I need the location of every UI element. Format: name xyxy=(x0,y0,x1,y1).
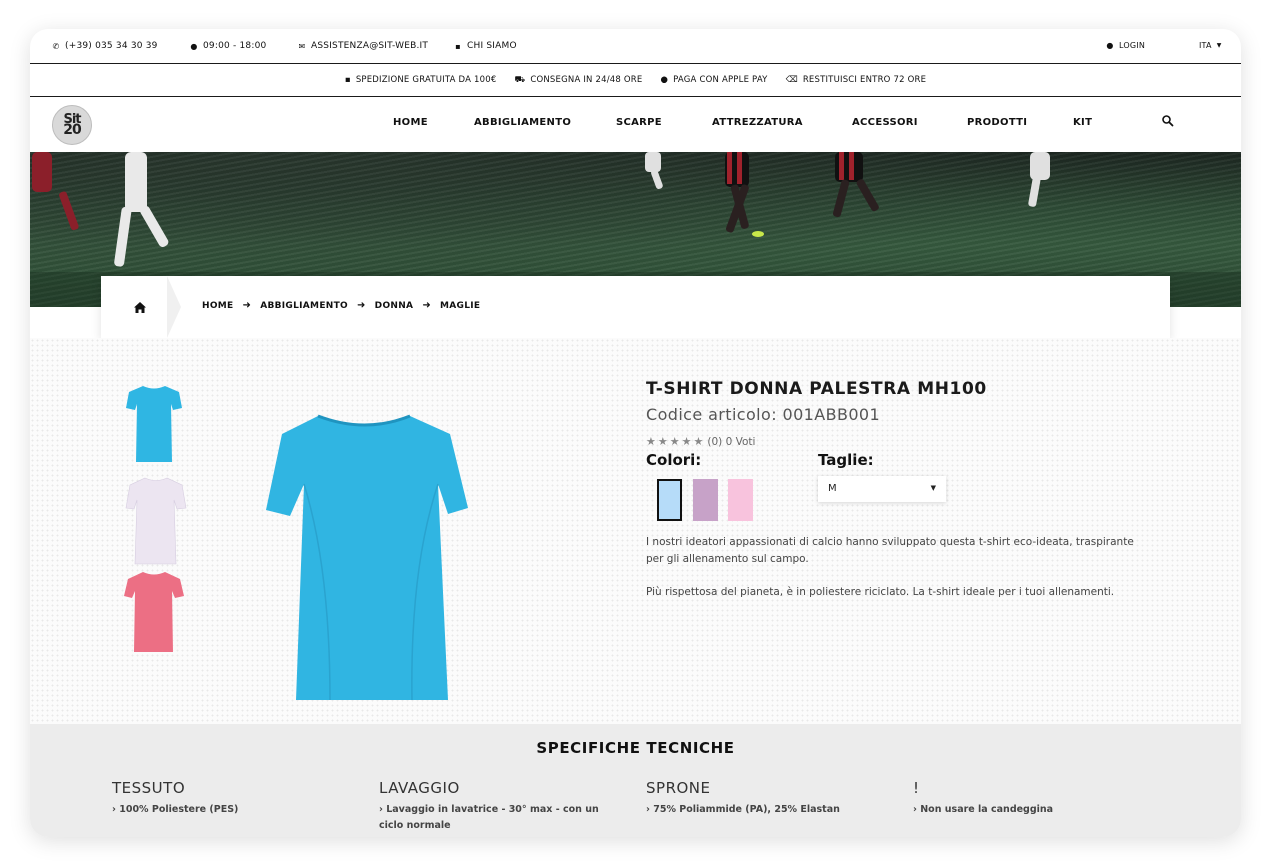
arrow-right-icon: ➜ xyxy=(356,300,366,311)
login-text: LOGIN xyxy=(1119,41,1146,50)
spec-value: › 100% Poliestere (PES) xyxy=(112,804,239,815)
breadcrumb-trail: HOME ➜ ABBIGLIAMENTO ➜ DONNA ➜ MAGLIE xyxy=(202,300,480,311)
caret-down-icon: ▼ xyxy=(1216,42,1222,49)
breadcrumb-item-home[interactable]: HOME xyxy=(202,301,234,311)
description-paragraph: I nostri ideatori appassionati di calcio… xyxy=(646,536,1134,565)
spec-tessuto: TESSUTO › 100% Poliestere (PES) xyxy=(112,779,352,818)
rating-count: (0) 0 Voti xyxy=(707,435,756,448)
email-text: ASSISTENZA@SIT-WEB.IT xyxy=(311,41,429,51)
description-paragraph: Più rispettosa del pianeta, è in poliest… xyxy=(646,586,1115,598)
caret-down-icon: ▼ xyxy=(930,484,936,492)
arrow-right-icon: ➜ xyxy=(422,300,432,311)
spec-heading: TESSUTO xyxy=(112,779,186,797)
about-text: CHI SIAMO xyxy=(467,41,517,51)
sizes-label: Taglie: xyxy=(818,451,874,469)
spec-heading: LAVAGGIO xyxy=(379,779,460,797)
spec-value: › 75% Poliammide (PA), 25% Elastan xyxy=(646,804,840,815)
product-main-image[interactable] xyxy=(260,408,470,708)
nav-scarpe[interactable]: SCARPE xyxy=(616,117,662,128)
spec-heading: ! xyxy=(913,779,920,797)
apple-icon: ● xyxy=(660,75,669,85)
shipping-free-label: SPEDIZIONE GRATUITA DA 100€ xyxy=(355,75,497,85)
search-icon[interactable] xyxy=(1161,114,1175,128)
spec-sprone: SPRONE › 75% Poliammide (PA), 25% Elasta… xyxy=(646,779,886,818)
applepay-label: PAGA CON APPLE PAY xyxy=(673,75,768,85)
about-link[interactable]: ▪ CHI SIAMO xyxy=(454,41,517,51)
spec-value: › Non usare la candeggina xyxy=(913,804,1054,815)
product-thumbnail-blue[interactable] xyxy=(125,384,183,464)
login-link[interactable]: ● LOGIN xyxy=(1106,41,1145,50)
return-label: RESTITUISCI ENTRO 72 ORE xyxy=(802,75,927,85)
product-title: T-SHIRT DONNA PALESTRA MH100 xyxy=(646,379,987,399)
arrow-right-icon: ➜ xyxy=(242,300,252,311)
product-section: T-SHIRT DONNA PALESTRA MH100 Codice arti… xyxy=(30,338,1241,724)
product-rating[interactable]: ★ ★ ★ ★ ★ (0) 0 Voti xyxy=(646,435,755,448)
spec-lavaggio: LAVAGGIO › Lavaggio in lavatrice - 30° m… xyxy=(379,779,614,834)
box-icon: ▪ xyxy=(344,75,351,85)
top-bar: ✆ (+39) 035 34 30 39 ● 09:00 - 18:00 ✉ A… xyxy=(30,29,1241,64)
clock-icon: ● xyxy=(190,41,198,51)
product-description: I nostri ideatori appassionati di calcio… xyxy=(646,534,1136,618)
return-item: ⌫ RESTITUISCI ENTRO 72 ORE xyxy=(786,75,927,85)
breadcrumb-item-abbigliamento[interactable]: ABBIGLIAMENTO xyxy=(260,301,348,311)
delivery-item: ⛟ CONSEGNA IN 24/48 ORE xyxy=(514,75,642,86)
breadcrumb-item-donna[interactable]: DONNA xyxy=(375,301,414,311)
nav-accessori[interactable]: ACCESSORI xyxy=(852,117,918,128)
technical-specs: SPECIFICHE TECNICHE TESSUTO › 100% Polie… xyxy=(30,724,1241,837)
user-icon: ● xyxy=(1106,41,1114,50)
site-logo[interactable]: Sit 20 xyxy=(52,105,92,145)
size-select[interactable]: M ▼ xyxy=(818,476,946,502)
spec-value: › Lavaggio in lavatrice - 30° max - con … xyxy=(379,804,599,831)
nav-attrezzatura[interactable]: ATTREZZATURA xyxy=(712,117,803,128)
archive-icon: ▪ xyxy=(455,41,461,51)
color-swatch-lilac[interactable] xyxy=(693,479,718,521)
breadcrumb: HOME ➜ ABBIGLIAMENTO ➜ DONNA ➜ MAGLIE xyxy=(101,276,1170,338)
logo-line2: 20 xyxy=(63,121,82,138)
language-text: ITA xyxy=(1199,41,1212,50)
size-select-value: M xyxy=(828,483,837,494)
shipping-info-bar: ▪ SPEDIZIONE GRATUITA DA 100€ ⛟ CONSEGNA… xyxy=(30,64,1241,97)
breadcrumb-item-maglie: MAGLIE xyxy=(440,300,481,311)
browser-frame: ✆ (+39) 035 34 30 39 ● 09:00 - 18:00 ✉ A… xyxy=(30,29,1241,837)
opening-hours: ● 09:00 - 18:00 xyxy=(190,41,266,51)
applepay-item: ● PAGA CON APPLE PAY xyxy=(661,75,768,85)
phone-link[interactable]: ✆ (+39) 035 34 30 39 xyxy=(52,41,158,51)
star-icon[interactable]: ★ xyxy=(646,435,656,448)
colors-label: Colori: xyxy=(646,451,702,469)
star-icon[interactable]: ★ xyxy=(670,435,680,448)
shipping-free-item: ▪ SPEDIZIONE GRATUITA DA 100€ xyxy=(345,75,497,85)
spec-warning: ! › Non usare la candeggina xyxy=(913,779,1153,818)
phone-number: (+39) 035 34 30 39 xyxy=(65,41,158,51)
envelope-icon: ✉ xyxy=(298,41,306,51)
hours-text: 09:00 - 18:00 xyxy=(203,41,267,51)
email-link[interactable]: ✉ ASSISTENZA@SIT-WEB.IT xyxy=(298,41,428,51)
main-nav: Sit 20 HOME ABBIGLIAMENTO SCARPE ATTREZZ… xyxy=(30,97,1241,152)
home-icon xyxy=(134,301,146,313)
delivery-label: CONSEGNA IN 24/48 ORE xyxy=(530,75,643,85)
spec-heading: SPRONE xyxy=(646,779,711,797)
color-swatch-light-blue[interactable] xyxy=(657,479,682,521)
truck-icon: ⛟ xyxy=(514,74,526,85)
star-icon[interactable]: ★ xyxy=(694,435,704,448)
product-thumbnail-pink[interactable] xyxy=(123,570,185,654)
product-thumbnail-lilac[interactable] xyxy=(125,476,187,566)
phone-icon: ✆ xyxy=(52,41,60,51)
nav-home[interactable]: HOME xyxy=(393,117,428,128)
star-icon[interactable]: ★ xyxy=(682,435,692,448)
specs-title: SPECIFICHE TECNICHE xyxy=(536,739,735,757)
return-icon: ⌫ xyxy=(785,75,798,85)
nav-kit[interactable]: KIT xyxy=(1073,117,1092,128)
nav-prodotti[interactable]: PRODOTTI xyxy=(967,117,1027,128)
breadcrumb-home-button[interactable] xyxy=(101,276,181,338)
color-swatch-pink[interactable] xyxy=(728,479,753,521)
product-code: Codice articolo: 001ABB001 xyxy=(646,405,881,424)
language-selector[interactable]: ITA ▼ xyxy=(1199,41,1222,50)
star-icon[interactable]: ★ xyxy=(658,435,668,448)
nav-abbigliamento[interactable]: ABBIGLIAMENTO xyxy=(474,117,571,128)
